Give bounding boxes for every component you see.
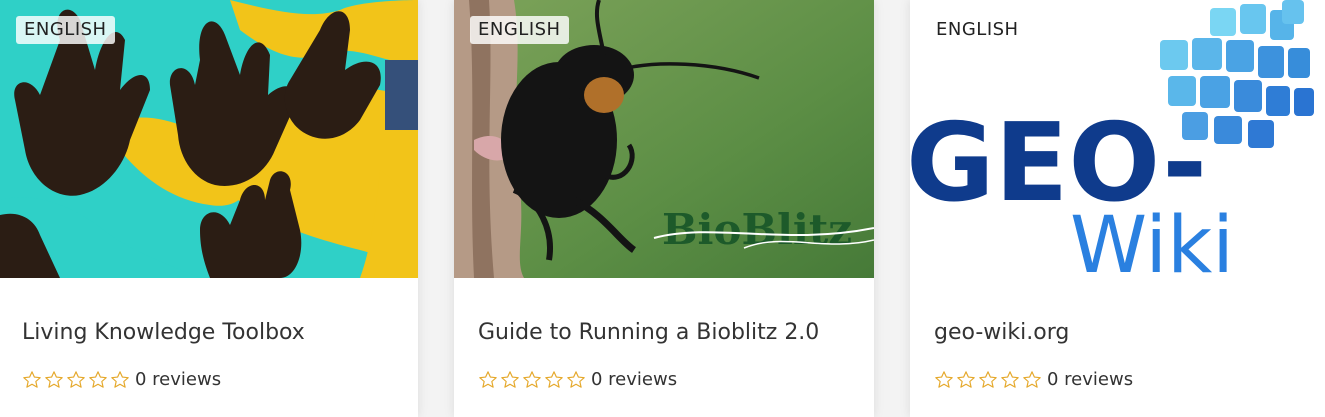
star-outline-icon[interactable]: [544, 370, 564, 390]
star-outline-icon[interactable]: [110, 370, 130, 390]
review-count: 0 reviews: [1047, 369, 1134, 390]
card-title[interactable]: Guide to Running a Bioblitz 2.0: [478, 320, 854, 345]
card-title[interactable]: Living Knowledge Toolbox: [22, 320, 398, 345]
card-thumbnail-link[interactable]: ENGLISH: [0, 0, 418, 278]
star-outline-icon[interactable]: [522, 370, 542, 390]
star-outline-icon[interactable]: [66, 370, 86, 390]
star-outline-icon[interactable]: [566, 370, 586, 390]
star-outline-icon[interactable]: [978, 370, 998, 390]
star-outline-icon[interactable]: [22, 370, 42, 390]
star-outline-icon[interactable]: [500, 370, 520, 390]
language-badge: ENGLISH: [16, 16, 115, 44]
svg-text:Wiki: Wiki: [1070, 201, 1234, 278]
resource-card[interactable]: GEO- Wiki ENGLISH geo-wiki.org 0 reviews: [910, 0, 1325, 417]
star-rating[interactable]: 0 reviews: [934, 369, 1133, 390]
star-outline-icon[interactable]: [934, 370, 954, 390]
review-count: 0 reviews: [135, 369, 222, 390]
star-outline-icon[interactable]: [478, 370, 498, 390]
svg-text:BioBlitz: BioBlitz: [662, 205, 852, 254]
star-rating[interactable]: 0 reviews: [478, 369, 677, 390]
resource-card[interactable]: BioBlitz ENGLISH Guide to Running a Biob…: [454, 0, 874, 417]
star-outline-icon[interactable]: [44, 370, 64, 390]
star-outline-icon[interactable]: [1022, 370, 1042, 390]
card-title[interactable]: geo-wiki.org: [934, 320, 1305, 345]
star-rating[interactable]: 0 reviews: [22, 369, 221, 390]
card-thumbnail-link[interactable]: BioBlitz ENGLISH: [454, 0, 874, 278]
star-outline-icon[interactable]: [956, 370, 976, 390]
language-badge: ENGLISH: [936, 19, 1019, 40]
star-outline-icon[interactable]: [1000, 370, 1020, 390]
card-thumbnail-link[interactable]: GEO- Wiki ENGLISH: [910, 0, 1325, 278]
resource-card[interactable]: ENGLISH Living Knowledge Toolbox 0 revie…: [0, 0, 418, 417]
star-outline-icon[interactable]: [88, 370, 108, 390]
language-badge: ENGLISH: [470, 16, 569, 44]
review-count: 0 reviews: [591, 369, 678, 390]
